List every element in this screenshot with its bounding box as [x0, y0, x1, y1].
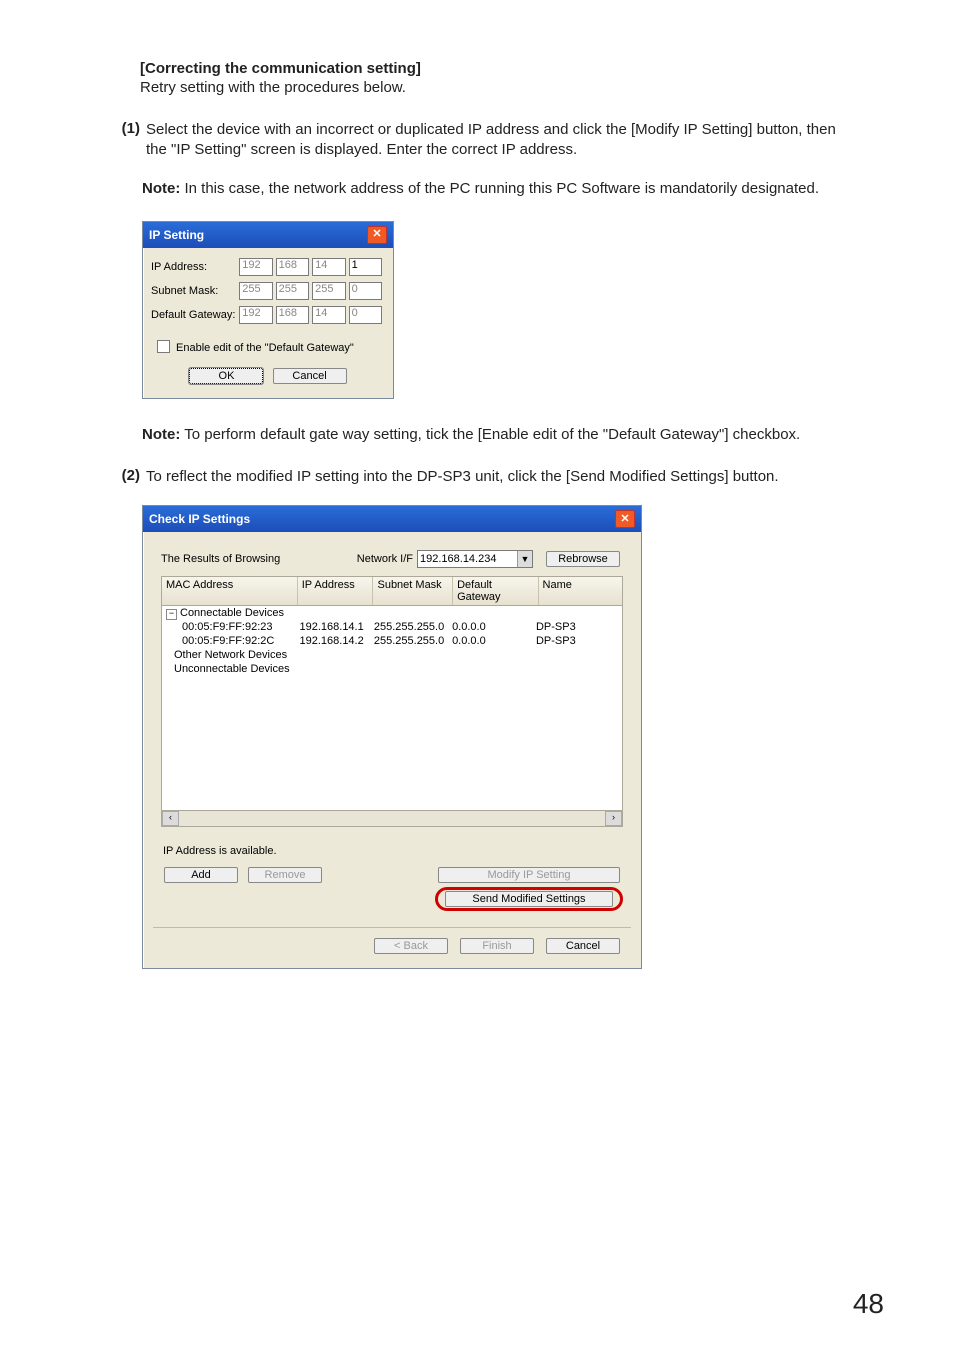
horizontal-scrollbar[interactable]: ‹ › — [161, 811, 623, 827]
gw-octet-4: 0 — [349, 306, 382, 324]
ip-octet-3: 14 — [312, 258, 345, 276]
ok-button[interactable]: OK — [189, 368, 263, 384]
gw-octet-2: 168 — [276, 306, 309, 324]
cancel-button[interactable]: Cancel — [546, 938, 620, 954]
note-1: Note: In this case, the network address … — [142, 179, 850, 199]
close-icon[interactable]: ✕ — [367, 226, 387, 244]
step-2-text: To reflect the modified IP setting into … — [146, 467, 850, 487]
gateway-label: Default Gateway: — [151, 309, 239, 321]
col-gateway[interactable]: Default Gateway — [453, 577, 538, 605]
device-gateway: 0.0.0.0 — [452, 620, 536, 634]
network-if-select[interactable]: 192.168.14.234 ▼ — [417, 550, 533, 568]
step-1-number: (1) — [100, 120, 146, 161]
device-subnet: 255.255.255.0 — [374, 620, 452, 634]
note-2-label: Note: — [142, 426, 180, 443]
device-mac: 00:05:F9:FF:92:23 — [182, 621, 273, 633]
step-2-number: (2) — [100, 467, 146, 487]
device-subnet: 255.255.255.0 — [374, 634, 452, 648]
results-tree[interactable]: −Connectable Devices 00:05:F9:FF:92:23 1… — [161, 606, 623, 811]
divider — [153, 927, 631, 928]
col-mac[interactable]: MAC Address — [162, 577, 298, 605]
network-if-label: Network I/F — [357, 553, 413, 565]
highlight-ellipse: Send Modified Settings — [435, 887, 623, 911]
rebrowse-button[interactable]: Rebrowse — [546, 551, 620, 567]
note-1-body: In this case, the network address of the… — [180, 180, 819, 197]
col-name[interactable]: Name — [539, 577, 622, 605]
col-ip[interactable]: IP Address — [298, 577, 374, 605]
device-gateway: 0.0.0.0 — [452, 634, 536, 648]
page-number: 48 — [853, 1288, 884, 1320]
remove-button: Remove — [248, 867, 322, 883]
subnet-octet-3: 255 — [312, 282, 345, 300]
scroll-right-icon[interactable]: › — [605, 811, 622, 826]
gw-octet-1: 192 — [239, 306, 272, 324]
enable-gateway-label: Enable edit of the "Default Gateway" — [176, 342, 354, 354]
collapse-icon[interactable]: − — [166, 609, 177, 620]
note-2: Note: To perform default gate way settin… — [142, 425, 850, 445]
ip-dialog-title: IP Setting — [149, 228, 204, 242]
ip-setting-dialog: IP Setting ✕ IP Address: 192 168 14 1 Su… — [142, 221, 394, 399]
chevron-down-icon[interactable]: ▼ — [517, 551, 532, 567]
status-text: IP Address is available. — [161, 827, 623, 867]
check-ip-dialog: Check IP Settings ✕ The Results of Brows… — [142, 505, 642, 969]
gw-octet-3: 14 — [312, 306, 345, 324]
network-if-value: 192.168.14.234 — [420, 553, 496, 565]
ip-address-label: IP Address: — [151, 261, 239, 273]
subnet-octet-4: 0 — [349, 282, 382, 300]
device-row[interactable]: 00:05:F9:FF:92:2C 192.168.14.2 255.255.2… — [162, 634, 622, 648]
subnet-octet-1: 255 — [239, 282, 272, 300]
check-dialog-title: Check IP Settings — [149, 512, 250, 526]
device-row[interactable]: 00:05:F9:FF:92:23 192.168.14.1 255.255.2… — [162, 620, 622, 634]
enable-gateway-checkbox[interactable] — [157, 340, 170, 353]
section-title: [Correcting the communication setting] — [140, 60, 850, 77]
close-icon[interactable]: ✕ — [615, 510, 635, 528]
browse-results-label: The Results of Browsing — [161, 553, 357, 565]
ip-octet-4[interactable]: 1 — [349, 258, 382, 276]
note-1-label: Note: — [142, 180, 180, 197]
results-header: MAC Address IP Address Subnet Mask Defau… — [161, 576, 623, 606]
device-mac: 00:05:F9:FF:92:2C — [182, 635, 274, 647]
subnet-label: Subnet Mask: — [151, 285, 239, 297]
add-button[interactable]: Add — [164, 867, 238, 883]
note-2-body: To perform default gate way setting, tic… — [180, 426, 800, 443]
tree-other[interactable]: Other Network Devices — [174, 649, 287, 661]
tree-root[interactable]: Connectable Devices — [180, 607, 284, 619]
device-ip: 192.168.14.1 — [300, 620, 374, 634]
back-button: < Back — [374, 938, 448, 954]
device-name: DP-SP3 — [536, 634, 618, 648]
ip-octet-1: 192 — [239, 258, 272, 276]
scroll-left-icon[interactable]: ‹ — [162, 811, 179, 826]
step-1-text: Select the device with an incorrect or d… — [146, 120, 850, 161]
ip-octet-2: 168 — [276, 258, 309, 276]
cancel-button[interactable]: Cancel — [273, 368, 347, 384]
tree-unconnectable[interactable]: Unconnectable Devices — [174, 663, 290, 675]
device-ip: 192.168.14.2 — [300, 634, 374, 648]
ip-dialog-titlebar: IP Setting ✕ — [143, 222, 393, 248]
modify-ip-button: Modify IP Setting — [438, 867, 620, 883]
check-dialog-titlebar: Check IP Settings ✕ — [143, 506, 641, 532]
device-name: DP-SP3 — [536, 620, 618, 634]
send-modified-button[interactable]: Send Modified Settings — [445, 891, 613, 907]
col-subnet[interactable]: Subnet Mask — [373, 577, 453, 605]
finish-button: Finish — [460, 938, 534, 954]
subnet-octet-2: 255 — [276, 282, 309, 300]
section-subtitle: Retry setting with the procedures below. — [140, 79, 850, 96]
